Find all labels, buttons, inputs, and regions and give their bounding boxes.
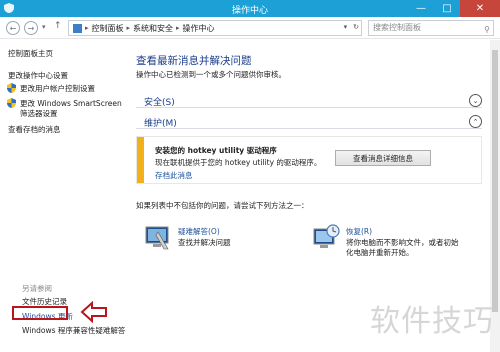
archive-message-link[interactable]: 存档此消息: [155, 170, 193, 181]
recovery-desc-line1: 将你电脑而不影响文件，或者初始: [346, 238, 459, 247]
maintenance-section-label: 维护(M): [144, 119, 177, 129]
sidebar-item-smartscreen[interactable]: 更改 Windows SmartScreen 筛选器设置: [20, 99, 122, 119]
scrollbar-thumb[interactable]: [492, 50, 498, 312]
close-button[interactable]: ✕: [460, 0, 500, 17]
smartscreen-label-line1: 更改 Windows SmartScreen: [20, 99, 122, 108]
recovery-item[interactable]: 恢复(R) 将你电脑而不影响文件，或者初始 化电脑并重新开始。: [312, 223, 482, 259]
security-section-label: 安全(S): [144, 98, 175, 108]
address-dropdown-icon[interactable]: ▾: [344, 23, 348, 31]
sidebar-item-archived-messages[interactable]: 查看存档的消息: [8, 124, 61, 135]
alert-severity-bar: [137, 137, 144, 183]
forward-button[interactable]: →: [24, 21, 38, 35]
recovery-link[interactable]: 恢复(R): [346, 226, 372, 237]
chevron-down-icon[interactable]: ⌄: [469, 94, 482, 107]
chevron-up-icon[interactable]: ⌃: [469, 115, 482, 128]
recent-pages-chevron-icon[interactable]: ▾: [42, 23, 46, 31]
troubleshooting-item[interactable]: 疑难解答(O) 查找并解决问题: [144, 223, 294, 259]
recovery-desc: 将你电脑而不影响文件，或者初始 化电脑并重新开始。: [346, 238, 459, 258]
sidebar-home-link[interactable]: 控制面板主页: [8, 48, 53, 59]
page-title: 查看最新消息并解决问题: [136, 55, 252, 67]
troubleshooting-icon: [145, 226, 169, 250]
maintenance-section[interactable]: 维护(M) ⌃: [136, 113, 482, 129]
page-subtitle: 操作中心已检测到一个或多个问题供你审核。: [136, 70, 286, 79]
breadcrumb-control-panel[interactable]: 控制面板: [92, 23, 124, 34]
search-placeholder: 搜索控制面板: [373, 23, 421, 32]
search-input[interactable]: 搜索控制面板 ⚲: [368, 20, 494, 36]
recovery-desc-line2: 化电脑并重新开始。: [346, 248, 414, 257]
smartscreen-label-line2: 筛选器设置: [20, 109, 58, 118]
refresh-icon[interactable]: ↻: [353, 23, 359, 31]
address-bar[interactable]: ▸ 控制面板 ▸ 系统和安全 ▸ 操作中心 ▾ ↻: [68, 20, 362, 36]
minimize-button[interactable]: —: [408, 0, 434, 17]
watermark-text: 软件技巧: [370, 304, 494, 339]
breadcrumb-separator-icon: ▸: [126, 24, 131, 32]
driver-alert: 安装您的 hotkey utility 驱动程序 现在联机提供于您的 hotke…: [136, 136, 482, 184]
back-button[interactable]: ←: [6, 21, 20, 35]
recovery-icon: [313, 224, 340, 248]
left-arrow-icon: [80, 301, 107, 323]
title-bar: 操作中心 — □ ✕: [0, 0, 500, 17]
breadcrumb-separator-icon: ▸: [85, 24, 89, 32]
highlight-box: [12, 306, 68, 320]
breadcrumb-action-center[interactable]: 操作中心: [183, 23, 215, 34]
see-also-label: 另请参阅: [22, 284, 52, 293]
control-panel-icon: [73, 23, 82, 33]
uac-shield-icon: [7, 83, 16, 93]
breadcrumb-separator-icon: ▸: [176, 24, 180, 32]
troubleshooting-link[interactable]: 疑难解答(O): [178, 226, 220, 237]
smartscreen-shield-icon: [7, 98, 16, 108]
navigation-bar: ← → ▾ ↑ ▸ 控制面板 ▸ 系统和安全 ▸ 操作中心 ▾ ↻ 搜索控制面板…: [0, 17, 500, 39]
breadcrumb-system-security[interactable]: 系统和安全: [133, 23, 173, 34]
up-arrow-icon[interactable]: ↑: [54, 21, 62, 31]
hint-text: 如果列表中不包括你的问题，请尝试下列方法之一：: [136, 201, 309, 210]
see-also-compatibility-troubleshooter[interactable]: Windows 程序兼容性疑难解答: [22, 325, 125, 336]
sidebar-item-action-center-settings[interactable]: 更改操作中心设置: [8, 70, 68, 81]
search-icon[interactable]: ⚲: [484, 23, 490, 37]
troubleshooting-desc: 查找并解决问题: [178, 238, 231, 247]
view-message-details-button[interactable]: 查看消息详细信息: [335, 150, 431, 166]
maximize-button[interactable]: □: [434, 0, 460, 17]
alert-title: 安装您的 hotkey utility 驱动程序: [155, 146, 277, 155]
alert-body: 现在联机提供于您的 hotkey utility 的驱动程序。: [155, 158, 322, 167]
security-section[interactable]: 安全(S) ⌄: [136, 92, 482, 108]
sidebar-item-uac-settings[interactable]: 更改用户帐户控制设置: [20, 84, 95, 94]
